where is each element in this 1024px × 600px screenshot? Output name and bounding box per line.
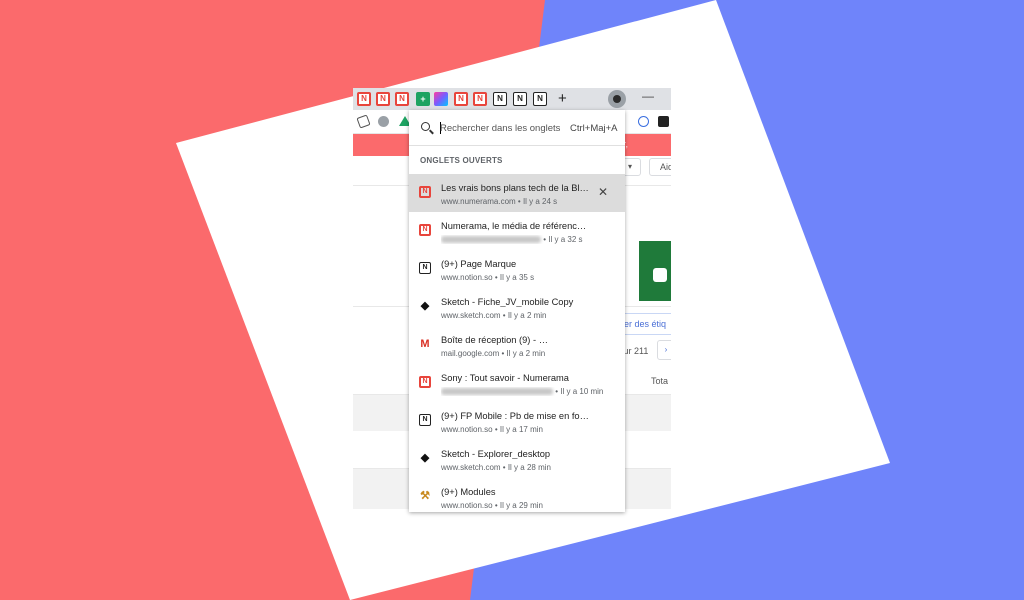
tab-title: Numerama, le média de référence sur la s… bbox=[441, 221, 591, 231]
tab-meta: www.notion.so • Il y a 35 s bbox=[441, 273, 535, 282]
tab-strip: N N N + N N N N N + — bbox=[353, 88, 671, 110]
puzzle-icon[interactable] bbox=[658, 116, 669, 127]
tab-meta: www.sketch.com • Il y a 2 min bbox=[441, 311, 547, 320]
shortcut-hint: Ctrl+Maj+A bbox=[570, 123, 618, 134]
tab-numerama-icon[interactable]: N bbox=[473, 92, 487, 106]
extension-icon[interactable] bbox=[378, 116, 389, 127]
tab-title: (9+) FP Mobile : Pb de mise en forme bbox=[441, 411, 591, 421]
tab-row[interactable]: N (9+) Page Marque www.notion.so • Il y … bbox=[409, 250, 625, 288]
tab-meta: www.sketch.com • Il y a 28 min bbox=[441, 463, 551, 472]
tools-icon: ⚒ bbox=[420, 490, 430, 502]
blurred-email bbox=[538, 337, 591, 345]
total-text: Tota bbox=[651, 376, 669, 386]
tab-title: (9+) Page Marque bbox=[441, 259, 517, 269]
tab-search-popup: Ctrl+Maj+A ONGLETS OUVERTS N Les vrais b… bbox=[409, 110, 625, 512]
tab-numerama-icon[interactable]: N bbox=[376, 92, 390, 106]
search-row: Ctrl+Maj+A bbox=[409, 110, 625, 146]
tab-row[interactable]: N (9+) FP Mobile : Pb de mise en forme w… bbox=[409, 402, 625, 440]
close-icon[interactable]: ✕ bbox=[598, 185, 608, 199]
sketch-icon: ◆ bbox=[420, 452, 430, 464]
tab-sheets-icon[interactable]: + bbox=[416, 92, 430, 106]
tab-title: Sketch - Explorer_desktop bbox=[441, 449, 551, 459]
tab-title: (9+) Modules bbox=[441, 487, 496, 497]
tab-title: Sony : Tout savoir - Numerama bbox=[441, 373, 569, 383]
tab-notion-icon[interactable]: N bbox=[533, 92, 547, 106]
page-button[interactable]: Aid bbox=[649, 158, 671, 176]
tab-title: Sketch - Fiche_JV_mobile Copy bbox=[441, 297, 574, 307]
tab-meta: mail.google.com • Il y a 2 min bbox=[441, 349, 546, 358]
search-input[interactable] bbox=[440, 120, 560, 136]
tab-search-button[interactable] bbox=[608, 90, 626, 108]
sketch-icon: ◆ bbox=[420, 300, 430, 312]
search-icon bbox=[421, 122, 430, 131]
gmail-icon: M bbox=[420, 338, 430, 350]
tab-row[interactable]: N Numerama, le média de référence sur la… bbox=[409, 212, 625, 250]
tab-row[interactable]: ◆ Sketch - Explorer_desktop www.sketch.c… bbox=[409, 440, 625, 478]
clock-icon[interactable] bbox=[638, 116, 649, 127]
notion-icon: N bbox=[419, 262, 431, 274]
mug-icon bbox=[653, 268, 667, 282]
new-tab-button[interactable]: + bbox=[558, 90, 567, 107]
tab-notion-icon[interactable]: N bbox=[513, 92, 527, 106]
tab-gradient-icon[interactable] bbox=[434, 92, 448, 106]
tab-row[interactable]: N Les vrais bons plans tech de la Black … bbox=[409, 174, 625, 212]
tab-numerama-icon[interactable]: N bbox=[357, 92, 371, 106]
section-title: ONGLETS OUVERTS bbox=[420, 156, 503, 165]
numerama-icon: N bbox=[419, 224, 431, 236]
tab-meta: • Il y a 32 s bbox=[441, 235, 617, 244]
extension-icon[interactable] bbox=[356, 114, 371, 129]
tab-row[interactable]: M Boîte de réception (9) - mail.google.c… bbox=[409, 326, 625, 364]
tab-notion-icon[interactable]: N bbox=[493, 92, 507, 106]
blurred-url bbox=[441, 388, 553, 396]
next-page-button[interactable]: › bbox=[657, 340, 671, 360]
tab-numerama-icon[interactable]: N bbox=[395, 92, 409, 106]
tab-row[interactable]: ⚒ (9+) Modules www.notion.so • Il y a 29… bbox=[409, 478, 625, 512]
tab-meta: • Il y a 10 min bbox=[441, 387, 617, 396]
tab-row[interactable]: N Sony : Tout savoir - Numerama • Il y a… bbox=[409, 364, 625, 402]
numerama-icon: N bbox=[419, 376, 431, 388]
tab-meta: www.numerama.com • Il y a 24 s bbox=[441, 197, 558, 206]
numerama-icon: N bbox=[419, 186, 431, 198]
tab-title: Les vrais bons plans tech de la Black ..… bbox=[441, 183, 591, 193]
blurred-url bbox=[441, 236, 541, 244]
tab-row[interactable]: ◆ Sketch - Fiche_JV_mobile Copy www.sket… bbox=[409, 288, 625, 326]
minimize-button[interactable]: — bbox=[642, 89, 654, 103]
tab-meta: www.notion.so • Il y a 17 min bbox=[441, 425, 543, 434]
tab-numerama-icon[interactable]: N bbox=[454, 92, 468, 106]
tab-title: Boîte de réception (9) - bbox=[441, 335, 591, 345]
tab-meta: www.notion.so • Il y a 29 min bbox=[441, 501, 543, 510]
notion-icon: N bbox=[419, 414, 431, 426]
